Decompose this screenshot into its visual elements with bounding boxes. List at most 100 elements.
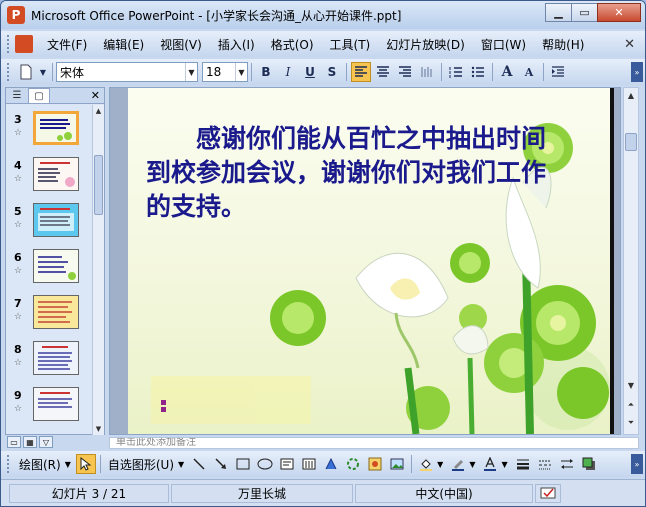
document-close-icon[interactable]: ✕ [624,37,635,52]
rectangle-tool-icon[interactable] [233,454,253,474]
numbered-list-icon[interactable] [446,62,466,82]
previous-slide-icon[interactable]: ⏶ [624,398,638,412]
tab-slides[interactable]: ▢ [28,88,50,103]
animation-star-icon: ☆ [14,312,23,322]
fill-color-icon[interactable] [416,454,436,474]
restore-button[interactable]: ▭ [571,3,598,22]
textbox-tool-icon[interactable] [277,454,297,474]
toolbar-overflow-icon[interactable]: » [631,62,643,82]
select-objects-icon[interactable] [75,454,96,474]
slide-thumbnail-9[interactable]: 9 ☆ [6,385,92,429]
slide-number: 3 [14,113,22,126]
pane-close-icon[interactable]: ✕ [91,89,100,102]
bold-button[interactable]: B [256,62,276,82]
toolbar-overflow-icon[interactable]: » [631,454,643,474]
shadow-button[interactable]: S [322,62,342,82]
slide-thumbnail-4[interactable]: 4 ☆ [6,155,92,199]
arrow-tool-icon[interactable] [211,454,231,474]
slide-thumbnail-5[interactable]: 5 ☆ [6,201,92,245]
scrollbar-thumb[interactable] [625,133,637,151]
normal-view-icon[interactable]: ▭ [7,436,21,448]
language-indicator[interactable]: 中文(中国) [355,483,533,503]
toolbar-grip-handle[interactable] [7,35,11,53]
vertical-textbox-icon[interactable] [299,454,319,474]
slide-sorter-view-icon[interactable]: ▦ [23,436,37,448]
align-center-icon[interactable] [373,62,393,82]
chevron-down-icon[interactable]: ▼ [185,63,197,81]
slide-thumbnail-3[interactable]: 3 ☆ [6,109,92,153]
menu-window[interactable]: 窗口(W) [473,36,534,53]
slide-preview [33,203,79,237]
slide-thumbnail-6[interactable]: 6 ☆ [6,247,92,291]
italic-button[interactable]: I [278,62,298,82]
scroll-down-icon[interactable]: ▼ [93,423,104,435]
menu-format[interactable]: 格式(O) [263,36,322,53]
notes-pane[interactable]: 单击此处添加备注 [109,437,639,449]
scroll-up-icon[interactable]: ▲ [93,105,104,117]
toolbar-separator [251,63,252,81]
font-color-icon[interactable] [480,454,500,474]
slide-body-text[interactable]: 感谢你们能从百忙之中抽出时间到校参加会议，谢谢你们对我们工作的支持。 [146,122,556,224]
new-document-icon[interactable] [16,62,36,82]
menu-view[interactable]: 视图(V) [152,36,210,53]
tab-outline[interactable]: ☰ [6,88,28,103]
underline-button[interactable]: U [300,62,320,82]
menu-help[interactable]: 帮助(H) [534,36,592,53]
menu-tools[interactable]: 工具(T) [322,36,379,53]
line-style-icon[interactable] [513,454,533,474]
clipart-icon[interactable] [365,454,385,474]
chevron-down-icon[interactable]: ▼ [469,460,475,469]
menu-file[interactable]: 文件(F) [39,36,95,53]
draw-menu-button[interactable]: 绘图(R) [15,456,65,473]
arrow-style-icon[interactable] [557,454,577,474]
oval-tool-icon[interactable] [255,454,275,474]
insert-picture-icon[interactable] [387,454,407,474]
slide-thumbnail-7[interactable]: 7 ☆ [6,293,92,337]
scroll-up-icon[interactable]: ▲ [624,88,638,102]
thumbnail-list: 3 ☆ 4 ☆ 5 ☆ 6 ☆ 7 ☆ 8 ☆ 9 ☆ [6,105,92,435]
current-slide[interactable]: 感谢你们能从百忙之中抽出时间到校参加会议，谢谢你们对我们工作的支持。 [128,88,612,434]
slides-pane-scrollbar[interactable]: ▲ ▼ [92,105,104,435]
indent-icon[interactable] [548,62,568,82]
next-slide-icon[interactable]: ⏷ [624,416,638,430]
dash-style-icon[interactable] [535,454,555,474]
distribute-icon[interactable] [417,62,437,82]
slide-vertical-scrollbar[interactable]: ▲ ▼ ⏶ ⏷ [623,87,639,435]
menu-insert[interactable]: 插入(I) [210,36,263,53]
scroll-down-icon[interactable]: ▼ [624,378,638,392]
increase-font-button[interactable]: A [497,62,517,82]
line-tool-icon[interactable] [189,454,209,474]
align-left-icon[interactable] [351,62,371,82]
font-name-value: 宋体 [60,65,85,80]
chevron-down-icon[interactable]: ▼ [65,460,71,469]
powerpoint-app-icon[interactable]: P [7,6,25,24]
slide-thumbnail-8[interactable]: 8 ☆ [6,339,92,383]
font-size-select[interactable]: 18 ▼ [202,62,248,82]
bullet-list-icon[interactable] [468,62,488,82]
slideshow-view-icon[interactable]: ▽ [39,436,53,448]
autoshapes-menu-button[interactable]: 自选图形(U) [104,456,178,473]
chevron-down-icon[interactable]: ▼ [178,460,184,469]
menu-edit[interactable]: 编辑(E) [95,36,152,53]
menu-slideshow[interactable]: 幻灯片放映(D) [378,36,473,53]
minimize-button[interactable]: ▁ [545,3,572,22]
spell-check-icon[interactable] [535,483,561,503]
shadow-style-icon[interactable] [579,454,599,474]
decrease-font-button[interactable]: A [519,62,539,82]
chevron-down-icon[interactable]: ▼ [501,460,507,469]
diagram-icon[interactable] [343,454,363,474]
font-name-select[interactable]: 宋体 ▼ [56,62,198,82]
text-placeholder-box[interactable] [151,376,311,424]
wordart-icon[interactable] [321,454,341,474]
line-color-icon[interactable] [448,454,468,474]
toolbar-grip-handle[interactable] [7,63,11,81]
chevron-down-icon[interactable]: ▼ [437,460,443,469]
align-right-icon[interactable] [395,62,415,82]
window-title: Microsoft Office PowerPoint - [小学家长会沟通_从… [31,8,402,23]
chevron-down-icon[interactable]: ▼ [235,63,247,81]
scrollbar-thumb[interactable] [94,155,103,215]
document-icon[interactable] [15,35,33,53]
toolbar-grip-handle[interactable] [7,455,11,473]
close-button[interactable]: ✕ [597,3,641,22]
toolbar-options-icon[interactable]: ▼ [38,62,48,82]
